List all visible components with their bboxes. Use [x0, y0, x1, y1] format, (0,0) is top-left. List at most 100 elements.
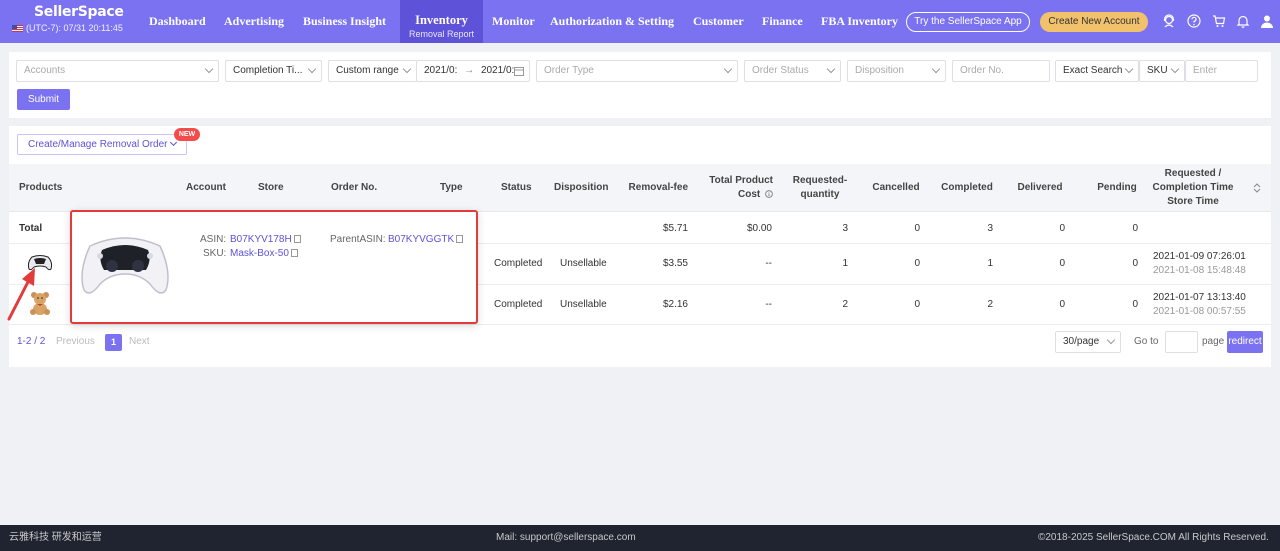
- chevron-down-icon: [169, 138, 178, 147]
- col-requested-quantity: Requested-quantity: [792, 175, 848, 200]
- completion-time: 2021-01-08 15:48:48: [1153, 265, 1246, 276]
- footer-mail[interactable]: Mail: support@sellerspace.com: [496, 525, 636, 551]
- status-value: Completed: [494, 299, 543, 310]
- new-badge: NEW: [174, 128, 200, 141]
- page-size-select[interactable]: 30/page: [1055, 331, 1121, 353]
- date-separator: →: [464, 65, 475, 76]
- col-type: Type: [440, 182, 463, 193]
- date-range-picker[interactable]: 2021/0: → 2021/0:: [416, 60, 530, 82]
- red-arrow-annotation: [7, 268, 35, 321]
- chevron-down-icon: [1106, 335, 1116, 345]
- accounts-select[interactable]: Accounts: [16, 60, 219, 82]
- total-label: Total: [19, 223, 43, 234]
- game-controller-icon: [81, 237, 169, 294]
- exact-search-select[interactable]: Exact Search: [1055, 60, 1139, 82]
- chevron-down-icon: [307, 64, 317, 74]
- submit-button[interactable]: Submit: [17, 89, 70, 110]
- previous-page-button[interactable]: Previous: [56, 336, 95, 347]
- col-disposition: Disposition: [554, 182, 609, 193]
- nav-customer[interactable]: Customer: [693, 0, 744, 43]
- footer-copyright: ©2018-2025 SellerSpace.COM All Rights Re…: [1038, 532, 1269, 543]
- user-avatar-icon[interactable]: [1260, 14, 1274, 28]
- copy-icon[interactable]: [290, 249, 298, 257]
- nav-inventory-label: Inventory: [415, 13, 468, 27]
- asin-label: ASIN:: [200, 234, 227, 245]
- sku-label: SKU:: [203, 248, 227, 259]
- try-app-button[interactable]: Try the SellerSpace App: [906, 12, 1030, 32]
- copy-icon[interactable]: [456, 235, 464, 243]
- nav-advertising[interactable]: Advertising: [224, 0, 284, 43]
- date-start: 2021/0:: [424, 65, 458, 76]
- go-to-label: Go to: [1134, 336, 1159, 347]
- page-number-input[interactable]: [1165, 331, 1198, 353]
- copy-icon[interactable]: [293, 235, 301, 243]
- order-no-input[interactable]: Order No.: [952, 60, 1050, 82]
- nav-authorization-setting[interactable]: Authorization & Setting: [550, 0, 674, 43]
- next-page-button[interactable]: Next: [129, 336, 150, 347]
- col-total-product-cost: Total Product Cost: [709, 175, 773, 200]
- disposition-select[interactable]: Disposition: [847, 60, 946, 82]
- create-account-button[interactable]: Create New Account: [1040, 12, 1148, 32]
- table-header: Products Account Store Order No. Type St…: [9, 164, 1271, 212]
- product-detail-popup: ASIN: B07KYV178H SKU: Mask-Box-50 Parent…: [70, 210, 478, 324]
- asin-link[interactable]: B07KYV178H: [230, 234, 301, 245]
- sku-search-input[interactable]: Enter: [1185, 60, 1258, 82]
- col-account: Account: [186, 182, 226, 193]
- sku-field-select[interactable]: SKU: [1139, 60, 1185, 82]
- nav-inventory-sub: Removal Report: [408, 28, 475, 39]
- col-status: Status: [501, 182, 532, 193]
- redirect-button[interactable]: redirect: [1227, 331, 1263, 353]
- col-requested-completion-time: Requested / Completion Time Store Time: [1152, 168, 1234, 207]
- nav-finance[interactable]: Finance: [762, 0, 803, 43]
- support-agent-icon[interactable]: [1162, 14, 1176, 28]
- chevron-down-icon: [723, 64, 733, 74]
- col-delivered: Delivered: [1017, 182, 1063, 193]
- disposition-value: Unsellable: [560, 299, 607, 310]
- status-value: Completed: [494, 258, 543, 269]
- col-cancelled: Cancelled: [872, 182, 920, 193]
- completion-time: 2021-01-08 00:57:55: [1153, 306, 1246, 317]
- filter-panel: Accounts Completion Ti... Custom range 2…: [9, 52, 1271, 118]
- info-icon[interactable]: [765, 190, 773, 198]
- page-range: 1-2 / 2: [17, 336, 46, 347]
- col-completed: Completed: [941, 182, 993, 193]
- brand[interactable]: SellerSpace (UTC-7): 07/31 20:11:45: [12, 4, 132, 33]
- chevron-down-icon: [1170, 64, 1180, 74]
- pagination: 1-2 / 2 Previous 1 Next 30/page Go to pa…: [9, 331, 1271, 355]
- footer-company: 云雅科技 研发和运营: [9, 532, 102, 543]
- requested-time: 2021-01-07 13:13:40: [1153, 292, 1246, 303]
- footer: 云雅科技 研发和运营 Mail: support@sellerspace.com…: [0, 525, 1280, 551]
- chevron-down-icon: [931, 64, 941, 74]
- cart-icon[interactable]: [1212, 14, 1226, 28]
- page-1-button[interactable]: 1: [105, 334, 122, 351]
- nav-business-insight[interactable]: Business Insight: [303, 0, 386, 43]
- date-end: 2021/0:: [480, 65, 515, 76]
- col-removal-fee: Removal-fee: [628, 182, 688, 193]
- chevron-down-icon: [1124, 64, 1134, 74]
- chevron-down-icon: [826, 64, 836, 74]
- col-order-no: Order No.: [331, 182, 378, 193]
- nav-dashboard[interactable]: Dashboard: [149, 0, 206, 43]
- order-status-select[interactable]: Order Status: [744, 60, 841, 82]
- timezone-clock: (UTC-7): 07/31 20:11:45: [26, 23, 123, 33]
- custom-range-select[interactable]: Custom range: [328, 60, 417, 82]
- bell-icon[interactable]: [1236, 14, 1250, 28]
- top-nav-bar: SellerSpace (UTC-7): 07/31 20:11:45 Dash…: [0, 0, 1280, 43]
- help-icon[interactable]: [1187, 14, 1201, 28]
- disposition-value: Unsellable: [560, 258, 607, 269]
- parent-asin-link[interactable]: B07KYVGGTK: [388, 234, 464, 245]
- order-type-select[interactable]: Order Type: [536, 60, 738, 82]
- nav-fba-inventory[interactable]: FBA Inventory: [821, 0, 898, 43]
- calendar-icon: [514, 67, 524, 76]
- col-pending: Pending: [1097, 182, 1137, 193]
- sku-link[interactable]: Mask-Box-50: [230, 248, 298, 259]
- nav-monitor[interactable]: Monitor: [492, 0, 535, 43]
- page-label: page: [1202, 336, 1225, 347]
- nav-inventory[interactable]: Inventory Removal Report: [400, 0, 483, 43]
- chevron-down-icon: [204, 64, 214, 74]
- chevron-down-icon: [402, 64, 412, 74]
- create-manage-removal-order-button[interactable]: Create/Manage Removal Order: [17, 134, 187, 155]
- parent-asin-label: ParentASIN:: [330, 234, 386, 245]
- sort-icon[interactable]: [1253, 183, 1261, 193]
- completion-time-select[interactable]: Completion Ti...: [225, 60, 322, 82]
